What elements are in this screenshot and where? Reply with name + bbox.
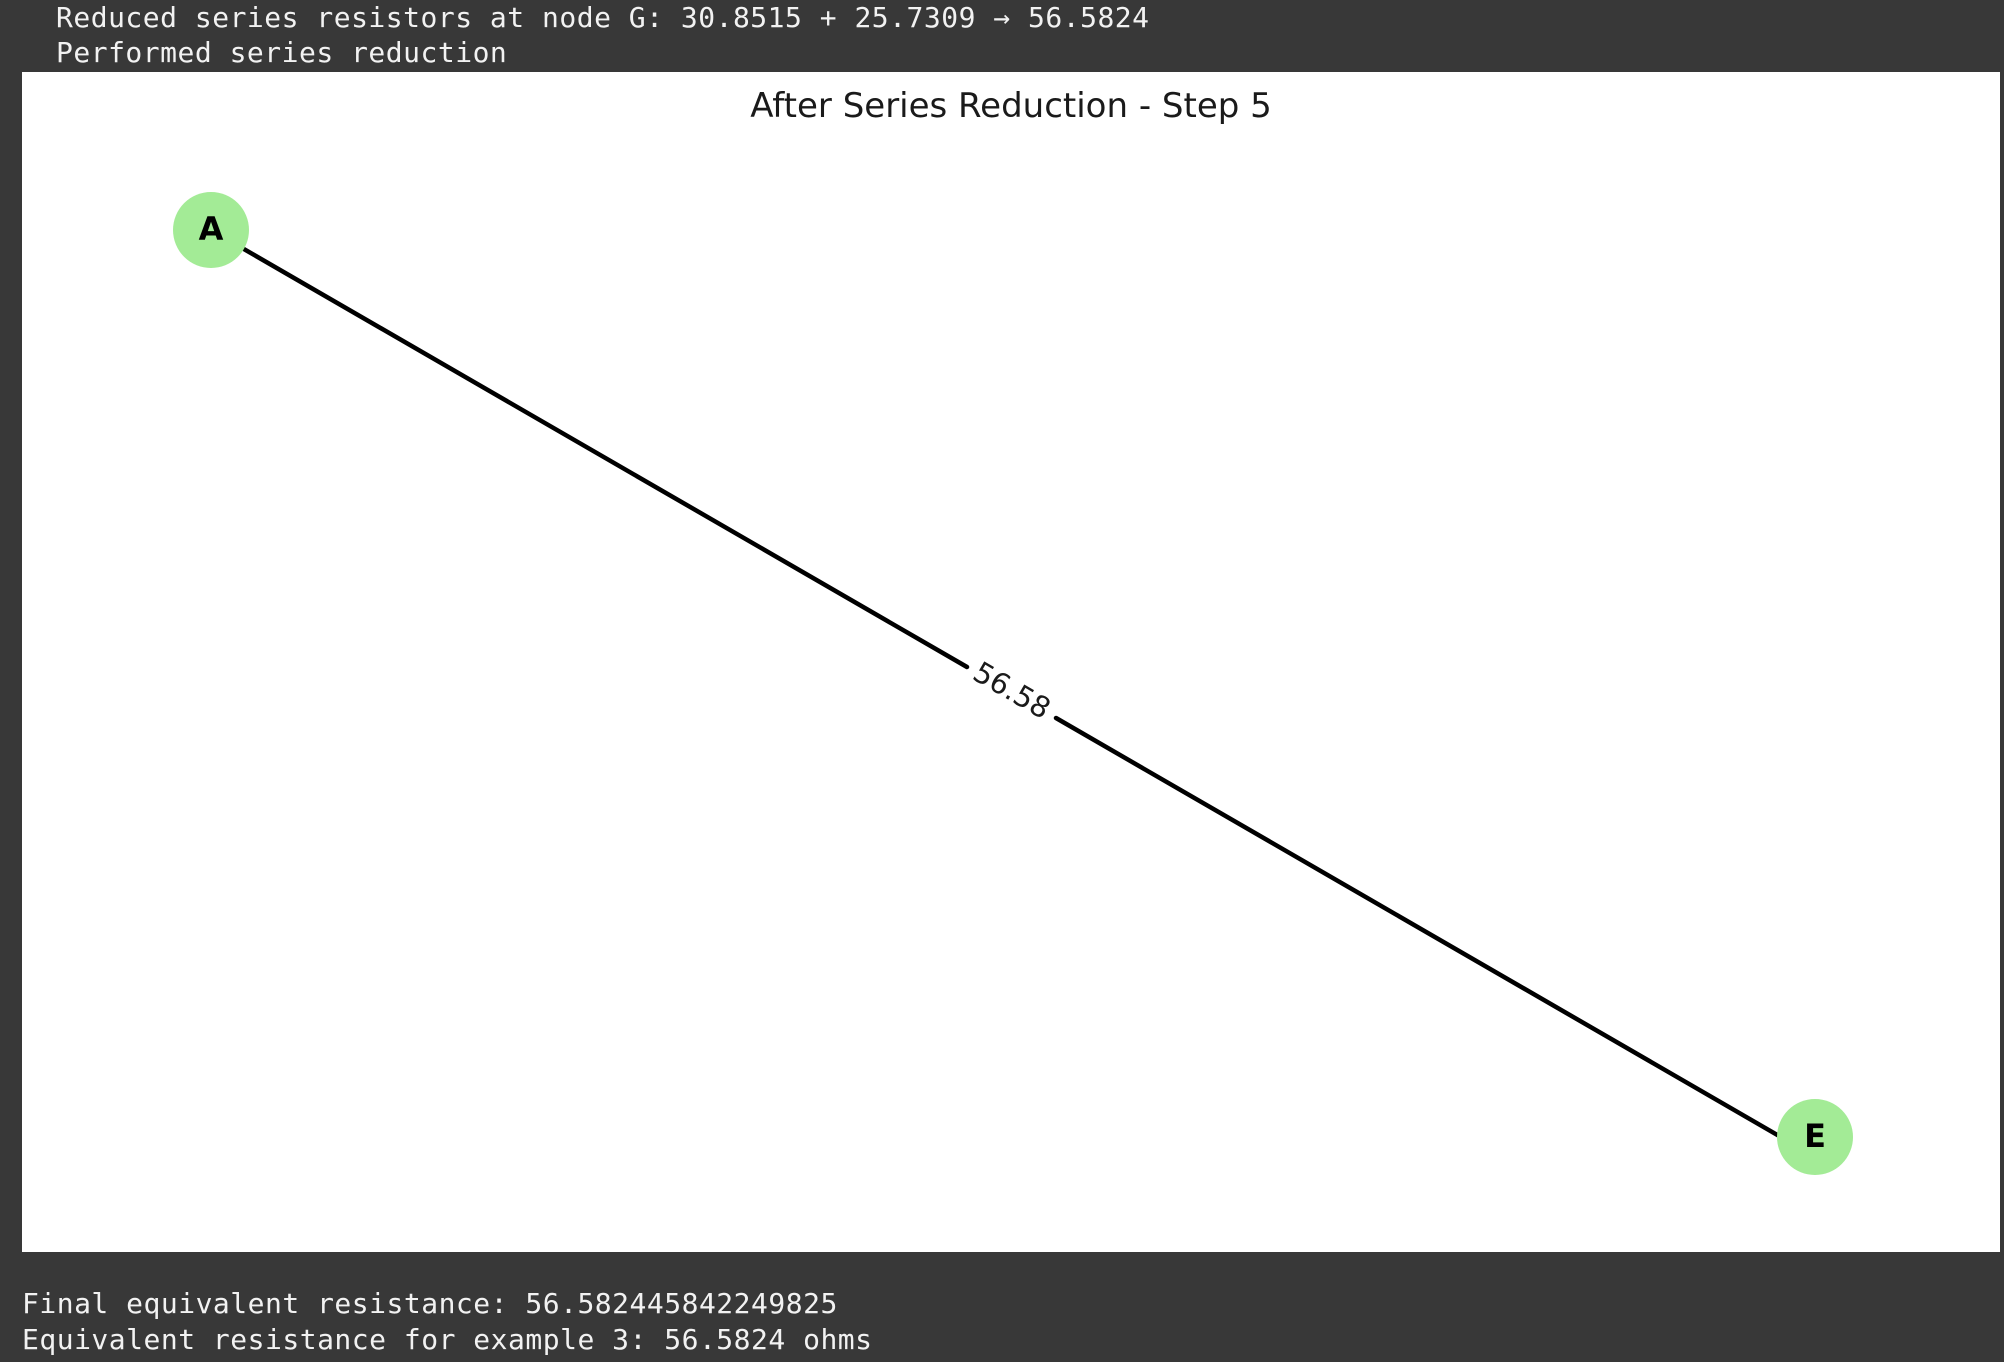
console-line-final-resistance: Final equivalent resistance: 56.58244584… (22, 1287, 838, 1320)
figure-title: After Series Reduction - Step 5 (750, 86, 1272, 126)
node-a-label: A (199, 210, 224, 248)
console-line-performed-reduction: Performed series reduction (56, 36, 508, 69)
console-line-series-reduction: Reduced series resistors at node G: 30.8… (56, 1, 1150, 34)
circuit-graph-canvas: After Series Reduction - Step 5 56.58 A … (173, 86, 1853, 1175)
notebook-output-area: Reduced series resistors at node G: 30.8… (0, 0, 2004, 1362)
node-e-label: E (1804, 1117, 1826, 1155)
edge-line-a-e-segment-1 (208, 227, 970, 670)
circuit-graph-figure: After Series Reduction - Step 5 56.58 A … (22, 72, 2000, 1252)
console-line-example-resistance: Equivalent resistance for example 3: 56.… (22, 1323, 873, 1356)
edge-line-a-e-segment-2 (1053, 715, 1815, 1158)
node-a: A (173, 192, 249, 268)
node-e: E (1777, 1099, 1853, 1175)
edge-label-a-e: 56.58 (968, 655, 1057, 726)
